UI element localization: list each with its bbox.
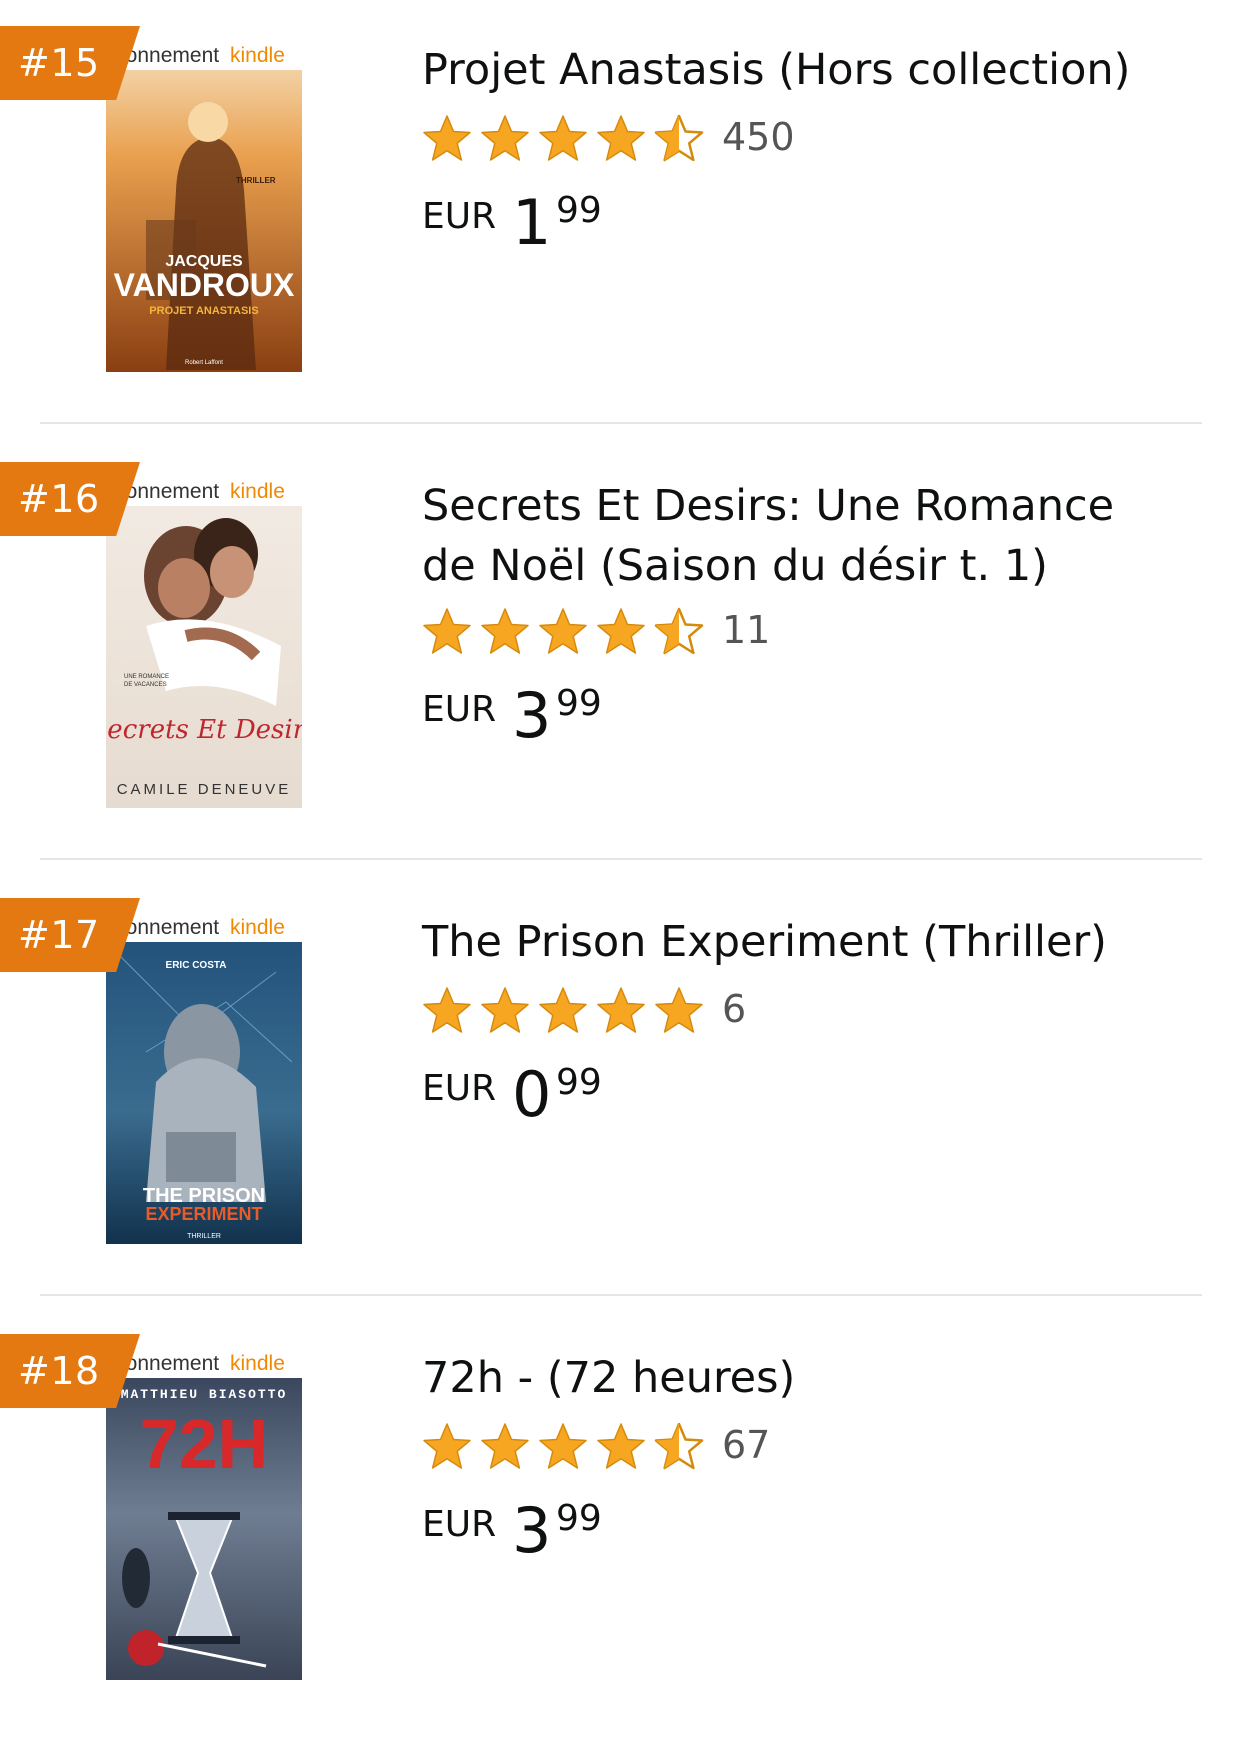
price-whole: 1 [512, 186, 552, 259]
star-half-icon [654, 1421, 704, 1471]
product-title[interactable]: The Prison Experiment (Thriller) [422, 912, 1162, 972]
star-full-icon [480, 606, 530, 656]
star-full-icon [422, 606, 472, 656]
cover-genre: THRILLER [187, 1233, 221, 1240]
star-full-icon [538, 985, 588, 1035]
star-full-icon [538, 113, 588, 163]
star-full-icon [422, 1421, 472, 1471]
rank-label: #17 [18, 913, 100, 957]
cover-banner-brand: kindle [230, 44, 285, 67]
price-currency: EUR [422, 196, 497, 237]
cover-genre: THRILLER [236, 176, 276, 185]
cover-tagline-1: UNE ROMANCE [124, 674, 169, 680]
book-cover[interactable]: bonnement kindle ERIC COSTA THE PRISON E… [106, 912, 302, 1244]
star-full-icon [422, 985, 472, 1035]
cover-author-bottom: VANDROUX [114, 267, 295, 303]
book-cover[interactable]: bonnement kindle UNE ROMANCE DE VACANCES… [106, 476, 302, 808]
price-whole: 3 [512, 679, 552, 752]
price-fraction: 99 [556, 1498, 602, 1539]
cover-title-2: EXPERIMENT [145, 1204, 262, 1224]
cover-author: CAMILE DENEUVE [117, 781, 292, 798]
review-count[interactable]: 6 [722, 987, 746, 1031]
star-full-icon [596, 113, 646, 163]
cover-book-title: Secrets Et Desirs [106, 715, 302, 745]
rank-badge: #16 [0, 462, 140, 536]
star-half-icon [654, 606, 704, 656]
star-full-icon [538, 1421, 588, 1471]
divider [40, 1294, 1202, 1296]
rank-badge: #17 [0, 898, 140, 972]
price-currency: EUR [422, 1068, 497, 1109]
cover-tagline-2: DE VACANCES [124, 682, 167, 688]
price-fraction: 99 [556, 683, 602, 724]
review-count[interactable]: 450 [722, 115, 795, 159]
rank-label: #15 [18, 41, 100, 85]
star-full-icon [480, 1421, 530, 1471]
cover-author: ERIC COSTA [166, 960, 227, 971]
cover-banner-brand: kindle [230, 480, 285, 503]
rank-label: #16 [18, 477, 100, 521]
price-fraction: 99 [556, 1062, 602, 1103]
cover-publisher: Robert Laffont [185, 360, 223, 366]
star-full-icon [596, 606, 646, 656]
cover-book-title: PROJET ANASTASIS [149, 305, 258, 317]
cover-book-title: 72H [140, 1405, 268, 1483]
cover-author: MATTHIEU BIASOTTO [121, 1387, 288, 1402]
book-cover[interactable]: bonnement kindle MATTHIEU BIASOTTO 72H [106, 1348, 302, 1680]
product-title[interactable]: 72h - (72 heures) [422, 1348, 1162, 1408]
price-currency: EUR [422, 1504, 497, 1545]
price-currency: EUR [422, 689, 497, 730]
star-full-icon [538, 606, 588, 656]
product-item[interactable]: #18 bonnement kindle MATTHIEU BIASOTTO 7… [0, 1308, 1242, 1744]
review-count[interactable]: 67 [722, 1423, 770, 1467]
review-count[interactable]: 11 [722, 608, 770, 652]
price-fraction: 99 [556, 190, 602, 231]
star-rating [422, 1421, 704, 1471]
star-half-icon [654, 113, 704, 163]
product-title[interactable]: Secrets Et Desirs: Une Romance de Noël (… [422, 476, 1162, 596]
star-rating [422, 113, 704, 163]
divider [40, 422, 1202, 424]
star-full-icon [480, 985, 530, 1035]
star-rating [422, 606, 704, 656]
star-full-icon [596, 1421, 646, 1471]
book-cover[interactable]: bonnement kindle THRILLER JACQUES VANDRO… [106, 40, 302, 372]
product-item[interactable]: #15 bonnement kindle THRILLER JACQUES VA… [0, 0, 1242, 436]
star-full-icon [654, 985, 704, 1035]
rank-badge: #15 [0, 26, 140, 100]
rank-badge: #18 [0, 1334, 140, 1408]
star-rating [422, 985, 704, 1035]
divider [40, 858, 1202, 860]
rank-label: #18 [18, 1349, 100, 1393]
price-whole: 3 [512, 1494, 552, 1567]
star-full-icon [480, 113, 530, 163]
star-full-icon [422, 113, 472, 163]
price-whole: 0 [512, 1058, 552, 1131]
cover-banner-brand: kindle [230, 916, 285, 939]
product-item[interactable]: #16 bonnement kindle UNE ROMANCE DE VACA… [0, 436, 1242, 872]
product-title[interactable]: Projet Anastasis (Hors collection) [422, 40, 1162, 100]
cover-banner-brand: kindle [230, 1352, 285, 1375]
product-item[interactable]: #17 bonnement kindle ERIC COSTA THE PRIS… [0, 872, 1242, 1308]
star-full-icon [596, 985, 646, 1035]
